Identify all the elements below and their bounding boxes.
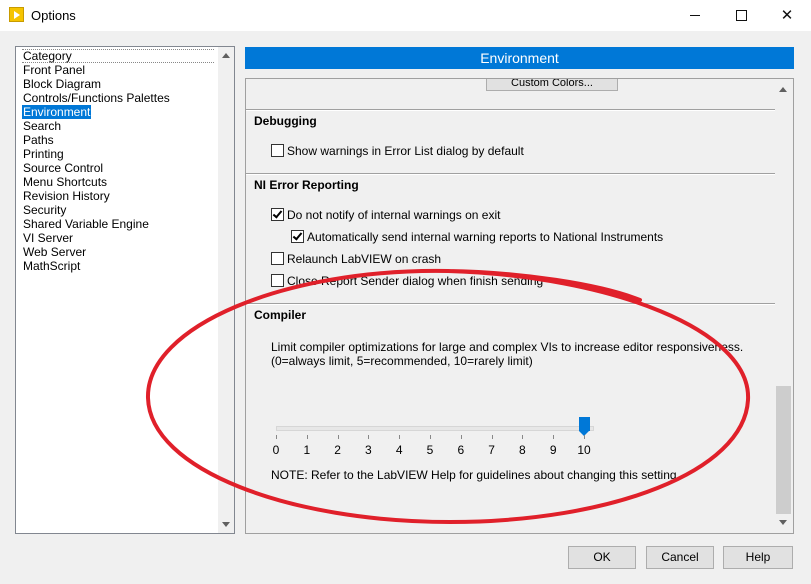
checkbox-icon[interactable]: [271, 274, 284, 287]
compiler-section-title: Compiler: [254, 308, 307, 322]
auto-send-checkbox[interactable]: Automatically send internal warning repo…: [291, 230, 663, 244]
compiler-slider-track[interactable]: [276, 426, 594, 431]
show-warnings-checkbox[interactable]: Show warnings in Error List dialog by de…: [271, 144, 524, 158]
category-item[interactable]: Environment: [22, 105, 92, 119]
scroll-up-icon[interactable]: [222, 53, 230, 58]
category-item[interactable]: Source Control: [22, 161, 104, 175]
window-title: Options: [31, 8, 76, 23]
category-item[interactable]: Controls/Functions Palettes: [22, 91, 171, 105]
compiler-slider-thumb[interactable]: [579, 417, 590, 436]
slider-tick: [553, 435, 555, 439]
panel-header: Environment: [245, 47, 794, 69]
slider-tick-label: 4: [395, 443, 403, 457]
compiler-note: NOTE: Refer to the LabVIEW Help for guid…: [271, 468, 680, 482]
slider-tick: [399, 435, 401, 439]
slider-tick-label: 5: [426, 443, 434, 457]
maximize-button[interactable]: [718, 0, 764, 31]
close-icon: ✕: [780, 7, 794, 24]
checkbox-checked-icon[interactable]: [291, 230, 304, 243]
auto-send-label: Automatically send internal warning repo…: [307, 230, 664, 244]
category-item[interactable]: Block Diagram: [22, 77, 102, 91]
scroll-up-icon[interactable]: [779, 87, 787, 92]
title-bar: Options ✕: [0, 0, 811, 31]
close-button[interactable]: ✕: [764, 0, 810, 31]
category-header[interactable]: Category: [22, 49, 214, 63]
help-button[interactable]: Help: [723, 546, 793, 569]
category-item[interactable]: Menu Shortcuts: [22, 175, 108, 189]
category-scrollbar[interactable]: [218, 47, 234, 533]
labview-icon: [9, 7, 24, 22]
scroll-thumb[interactable]: [776, 386, 791, 514]
slider-tick: [522, 435, 524, 439]
minimize-button[interactable]: [672, 0, 718, 31]
slider-tick-label: 7: [488, 443, 495, 457]
slider-tick: [491, 435, 493, 439]
category-list-panel: Category Front Panel Block Diagram Controls…: [15, 46, 235, 534]
category-item[interactable]: VI Server: [22, 231, 74, 245]
settings-panel: Custom Colors... Debugging Show warnings…: [245, 78, 794, 534]
slider-tick-label: 10: [577, 443, 591, 457]
category-item[interactable]: Web Server: [22, 245, 87, 259]
scroll-down-icon[interactable]: [779, 520, 787, 525]
compiler-description-range: (0=always limit, 5=recommended, 10=rarel…: [271, 354, 533, 368]
slider-tick: [584, 435, 585, 439]
slider-tick: [430, 435, 431, 439]
slider-tick: [460, 435, 462, 439]
slider-tick: [337, 435, 339, 439]
scroll-down-icon[interactable]: [222, 522, 230, 527]
checkbox-icon[interactable]: [271, 252, 284, 265]
slider-tick: [306, 435, 308, 439]
slider-tick-label: 9: [549, 443, 557, 457]
checkbox-icon[interactable]: [271, 144, 284, 157]
close-sender-checkbox[interactable]: Close Report Sender dialog when finish s…: [271, 274, 543, 288]
show-warnings-label: Show warnings in Error List dialog by de…: [287, 144, 524, 158]
slider-tick-label: 0: [272, 443, 280, 457]
category-item[interactable]: Revision History: [22, 189, 111, 203]
category-item[interactable]: Paths: [22, 133, 55, 147]
slider-tick-label: 6: [457, 443, 465, 457]
category-item[interactable]: Shared Variable Engine: [22, 217, 150, 231]
cancel-button[interactable]: Cancel: [646, 546, 714, 569]
category-item[interactable]: Front Panel: [22, 63, 86, 77]
do-not-notify-checkbox[interactable]: Do not notify of internal warnings on ex…: [271, 208, 500, 222]
slider-tick-label: 3: [365, 443, 372, 457]
category-item[interactable]: Search: [22, 119, 62, 133]
custom-colors-button[interactable]: Custom Colors...: [486, 79, 618, 91]
slider-tick-label: 8: [519, 443, 526, 457]
settings-scrollbar[interactable]: [775, 79, 792, 533]
category-item[interactable]: MathScript: [22, 259, 81, 273]
divider: [246, 109, 775, 111]
checkbox-checked-icon[interactable]: [271, 208, 284, 221]
divider: [246, 173, 775, 175]
slider-tick: [368, 435, 370, 439]
slider-tick-label: 1: [303, 443, 311, 457]
slider-tick: [276, 435, 277, 439]
relaunch-checkbox[interactable]: Relaunch LabVIEW on crash: [271, 252, 441, 266]
divider: [246, 303, 775, 305]
category-item[interactable]: Printing: [22, 147, 65, 161]
relaunch-label: Relaunch LabVIEW on crash: [287, 252, 442, 266]
debugging-section-title: Debugging: [254, 114, 317, 128]
slider-tick-label: 2: [334, 443, 341, 457]
category-list[interactable]: Category Front Panel Block Diagram Controls…: [16, 47, 217, 533]
do-not-notify-label: Do not notify of internal warnings on ex…: [287, 208, 501, 222]
close-sender-label: Close Report Sender dialog when finish s…: [287, 274, 544, 288]
ok-button[interactable]: OK: [568, 546, 636, 569]
error-reporting-section-title: NI Error Reporting: [254, 178, 359, 192]
compiler-description: Limit compiler optimizations for large a…: [271, 340, 744, 354]
category-item[interactable]: Security: [22, 203, 67, 217]
